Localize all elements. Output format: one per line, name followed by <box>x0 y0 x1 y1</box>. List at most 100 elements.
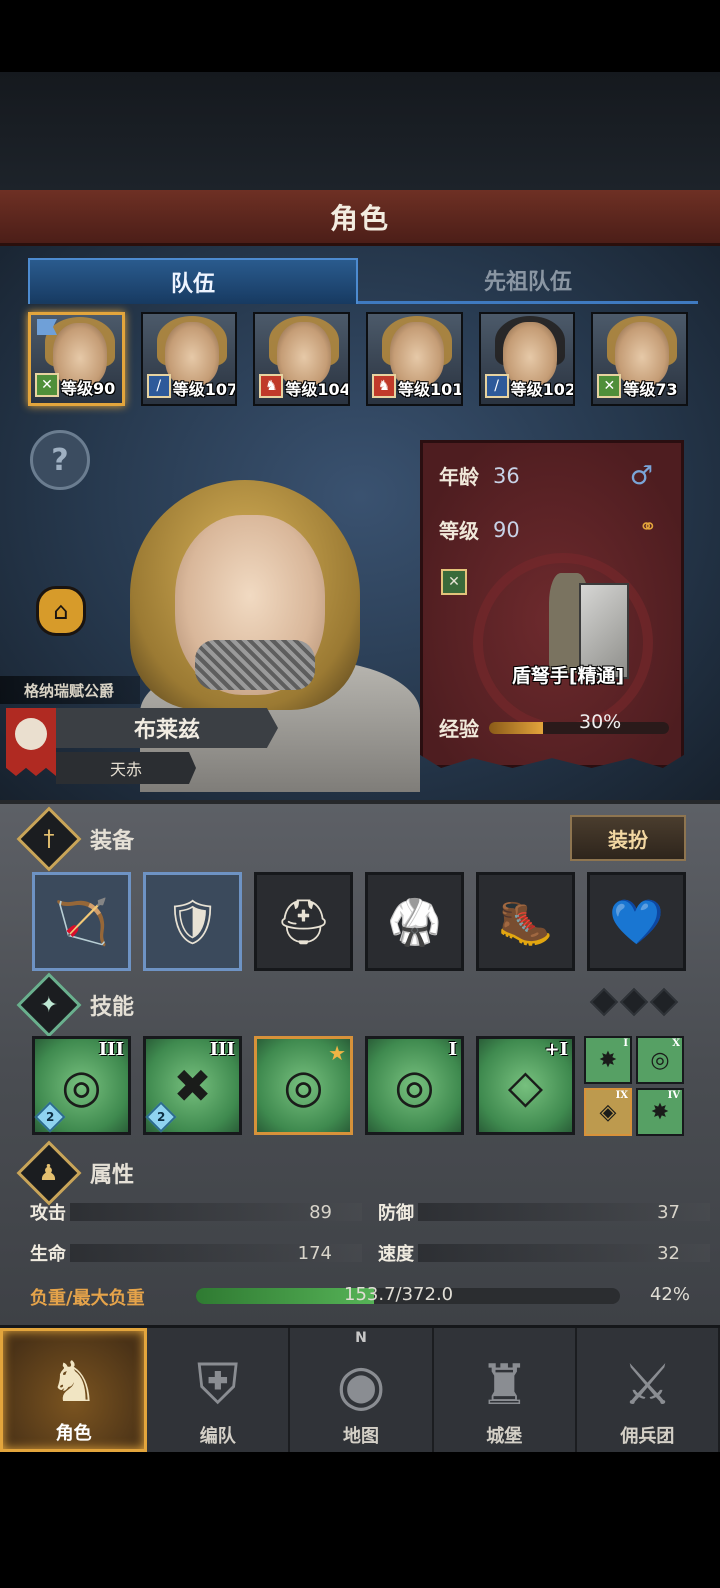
stat-value: 174 <box>297 1242 332 1264</box>
exp-fill <box>489 721 543 734</box>
equip-slot-armor[interactable]: 🥋 <box>365 872 464 971</box>
potion-bag-button[interactable]: ⌂ <box>30 580 92 642</box>
status-bar <box>0 0 720 72</box>
sword-icon: / <box>484 374 509 398</box>
skills-title: 技能 <box>90 995 135 1020</box>
roster-level: 等级73 <box>623 380 678 399</box>
title-bar: 角色 <box>0 190 720 246</box>
exp-percent: 30% <box>579 711 622 733</box>
skill-badge-count: 2 <box>45 1109 55 1124</box>
level-label: 等级 <box>439 519 479 543</box>
roster-level: 等级90 <box>61 379 116 398</box>
mercenary-icon: ⚔ <box>622 1353 673 1418</box>
gem-slot-icon[interactable] <box>649 987 679 1017</box>
nav-mercenary[interactable]: ⚔ 佣兵团 <box>576 1328 720 1452</box>
skill-rank: IV <box>667 1090 680 1101</box>
crossed-swords-icon: ✖ <box>173 1058 212 1113</box>
dress-up-button[interactable]: 装扮 <box>570 815 686 861</box>
hero-chainmail <box>195 640 315 690</box>
info-card: 年龄 36 ♂ 等级 90 ⚭ ✕ 盾弩手[精通] 经验 30% <box>420 440 684 768</box>
roster-portrait[interactable]: ✕ 等级73 <box>591 312 688 406</box>
tab-team[interactable]: 队伍 <box>28 258 358 304</box>
passive-skills: ✸ I ◎ X ◈ IX ✸ IV <box>584 1036 684 1136</box>
roster-portrait[interactable]: ♞ 等级104 <box>253 312 350 406</box>
background-header <box>0 72 720 190</box>
ring-icon[interactable]: ⚭ <box>639 515 657 540</box>
gem-slot-icon[interactable] <box>619 987 649 1017</box>
dagger-icon: † <box>16 806 82 872</box>
faction-banner[interactable] <box>6 708 56 776</box>
roster-portrait[interactable]: ✕ 等级90 <box>28 312 125 406</box>
target-icon: ◎ <box>61 1058 102 1113</box>
nav-label: 地图 <box>343 1426 379 1447</box>
skill-slot[interactable]: ◎ I <box>365 1036 464 1135</box>
skill-star-icon: ✦ <box>16 972 82 1038</box>
skill-slots: ◎ III 2 ✖ III 2 ◎ ★ ◎ I ◇ +I <box>32 1036 575 1135</box>
nav-map[interactable]: N ◉ 地图 <box>290 1328 434 1452</box>
skill-slot[interactable]: ◇ +I <box>476 1036 575 1135</box>
roster-portrait[interactable]: / 等级102 <box>478 312 576 406</box>
roster-level: 等级102 <box>510 380 576 399</box>
skill-slot[interactable]: ✖ III 2 <box>143 1036 242 1135</box>
roster-portrait[interactable]: / 等级107 <box>140 312 238 406</box>
amulet-icon: 💙 <box>609 896 664 948</box>
passive-skill[interactable]: ✸ IV <box>636 1088 684 1136</box>
crossbow-icon: ✕ <box>441 569 467 595</box>
stat-value: 89 <box>309 1201 332 1223</box>
stat-attack: 攻击 89 <box>30 1200 362 1224</box>
roster-level: 等级107 <box>172 380 238 399</box>
equip-slot-amulet[interactable]: 💙 <box>587 872 686 971</box>
passive-skill[interactable]: ✸ I <box>584 1036 632 1084</box>
sword-icon: / <box>146 374 171 398</box>
roster-level: 等级101 <box>398 380 463 399</box>
equip-slot-crossbow[interactable]: 🏹 <box>32 872 131 971</box>
armor-icon: 🥋 <box>387 896 442 948</box>
load-row: 负重/最大负重 153.7/372.0 42% <box>30 1284 690 1310</box>
compass-icon: ◉ <box>336 1353 386 1418</box>
crystal-icon: ◇ <box>507 1058 544 1113</box>
nav-label: 城堡 <box>486 1426 523 1447</box>
exp-label: 经验 <box>439 717 479 741</box>
attributes-title: 属性 <box>90 1163 135 1188</box>
equip-slot-boots[interactable]: 🥾 <box>476 872 575 971</box>
compass-north-label: N <box>355 1330 367 1346</box>
load-percent: 42% <box>649 1284 690 1305</box>
nav-character[interactable]: ♞ 角色 <box>0 1328 148 1452</box>
stat-label: 生命 <box>30 1244 66 1265</box>
stat-hp: 生命 174 <box>30 1241 362 1265</box>
roster-portrait[interactable]: ♞ 等级101 <box>366 312 463 406</box>
skill-badge: 2 <box>145 1101 177 1133</box>
passive-skill[interactable]: ◈ IX <box>584 1088 632 1136</box>
castle-icon: ♜ <box>479 1353 530 1418</box>
helmet-icon: ⛑ <box>275 896 332 948</box>
skill-gem-slots <box>589 987 679 1017</box>
load-label: 负重/最大负重 <box>30 1288 145 1309</box>
equip-slot-helmet[interactable]: ⛑ <box>254 872 353 971</box>
stat-value: 32 <box>657 1242 680 1264</box>
skill-rank: III <box>98 1039 124 1060</box>
gem-slot-icon[interactable] <box>589 987 619 1017</box>
stat-label: 防御 <box>378 1203 414 1224</box>
equip-slot-shield[interactable]: 🛡 <box>143 872 242 971</box>
attributes-header: ♟ 属性 <box>16 1140 135 1206</box>
male-icon: ♂ <box>629 461 653 491</box>
knight-icon: ♞ <box>48 1350 99 1415</box>
skill-slot[interactable]: ◎ ★ <box>254 1036 353 1135</box>
nav-castle[interactable]: ♜ 城堡 <box>433 1328 577 1452</box>
helmet-icon: ⛨ <box>196 1352 239 1417</box>
help-button[interactable]: ? <box>30 430 90 490</box>
hero-name[interactable]: 布莱兹 <box>56 708 278 748</box>
burst-icon: ✸ <box>650 1099 670 1125</box>
age-value: 36 <box>493 463 520 488</box>
tab-ancestor-team[interactable]: 先祖队伍 <box>358 258 698 304</box>
skill-rank: IX <box>615 1090 628 1101</box>
faction-label: 格纳瑞赋公爵 <box>0 676 140 704</box>
nav-formation[interactable]: ⛨ 编队 <box>147 1328 291 1452</box>
passive-skill[interactable]: ◎ X <box>636 1036 684 1084</box>
bottom-nav: ♞ 角色 ⛨ 编队 N ◉ 地图 ♜ 城堡 ⚔ 佣兵团 <box>0 1325 720 1452</box>
equipment-header: † 装备 <box>16 806 134 872</box>
skill-slot[interactable]: ◎ III 2 <box>32 1036 131 1135</box>
age-row: 年龄 36 <box>439 461 520 490</box>
skill-rank: III <box>209 1039 235 1060</box>
hero-title: 天赤 <box>56 752 196 784</box>
